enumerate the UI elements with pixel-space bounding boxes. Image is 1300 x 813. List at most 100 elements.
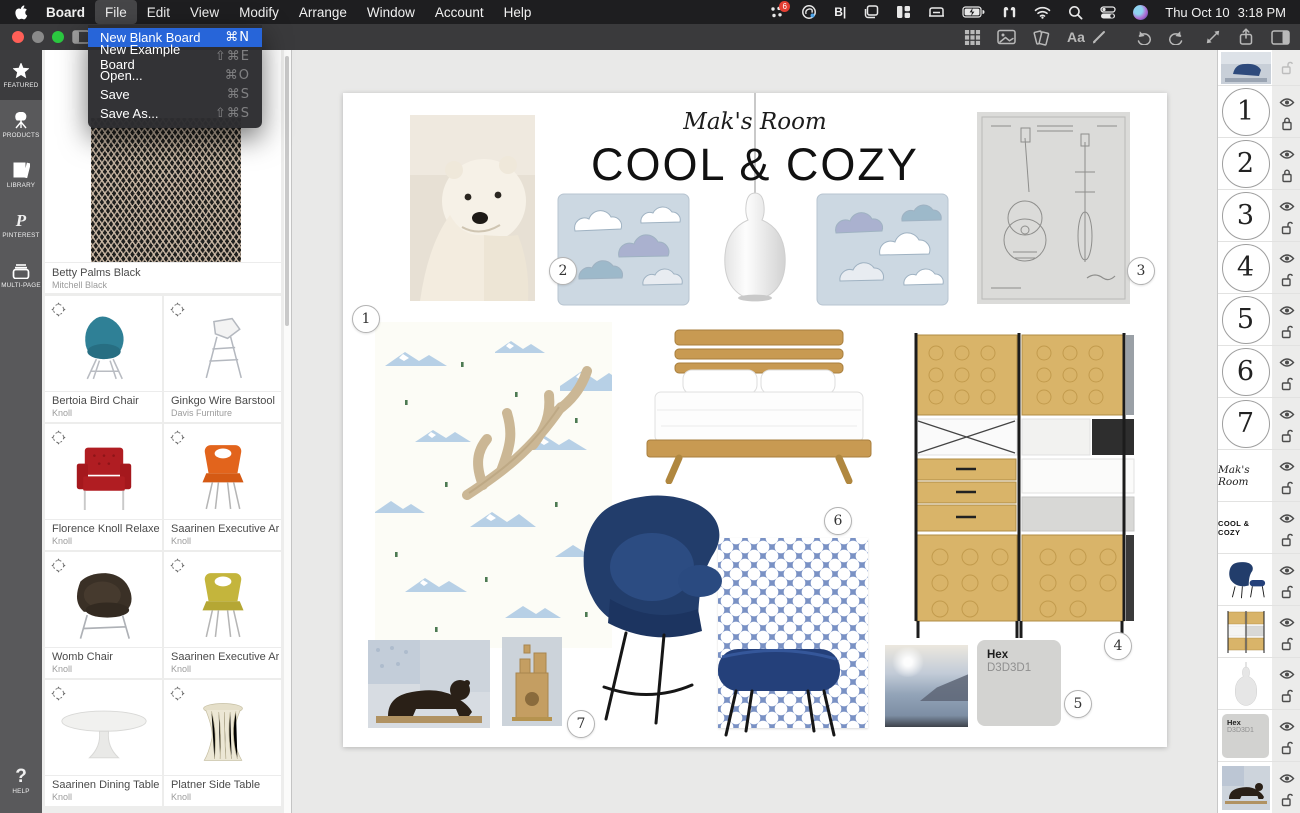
unlock-icon[interactable] xyxy=(1281,532,1293,547)
undo-icon[interactable] xyxy=(1134,28,1153,46)
swatches-tool-icon[interactable] xyxy=(1031,28,1050,46)
layer-row-4[interactable]: 4 xyxy=(1218,242,1300,294)
layer-row-3[interactable]: 3 xyxy=(1218,190,1300,242)
status-app-icon[interactable]: 6 xyxy=(769,5,784,20)
polar-bear-photo[interactable] xyxy=(410,115,535,306)
menubar-app-name[interactable]: Board xyxy=(36,0,95,24)
visibility-eye-icon[interactable] xyxy=(1279,407,1295,418)
menu-item-save[interactable]: Save⌘S xyxy=(88,85,262,104)
layer-row-partial[interactable] xyxy=(1218,50,1300,86)
apple-menu-icon[interactable] xyxy=(14,4,28,20)
layer-row-7[interactable]: 7 xyxy=(1218,398,1300,450)
layer-row-lamp-thumb[interactable] xyxy=(1218,658,1300,710)
unlock-icon[interactable] xyxy=(1281,480,1293,495)
layer-row-bear-thumb[interactable] xyxy=(1218,762,1300,813)
unlock-icon[interactable] xyxy=(1281,60,1293,75)
board-badge-6[interactable]: 6 xyxy=(824,507,852,535)
visibility-eye-icon[interactable] xyxy=(1279,355,1295,366)
unlock-icon[interactable] xyxy=(1281,584,1293,599)
status-bed-icon[interactable] xyxy=(928,6,945,19)
layer-row-title[interactable]: COOL & COZY xyxy=(1218,502,1300,554)
unlock-icon[interactable] xyxy=(1281,688,1293,703)
unlock-icon[interactable] xyxy=(1281,376,1293,391)
zoom-window-button[interactable] xyxy=(52,31,64,43)
status-copy-icon[interactable] xyxy=(863,5,879,19)
status-bear-icon[interactable]: B| xyxy=(834,5,846,19)
visibility-eye-icon[interactable] xyxy=(1279,771,1295,782)
visibility-eye-icon[interactable] xyxy=(1279,719,1295,730)
product-card-platner-side-table[interactable]: Platner Side Table Knoll xyxy=(164,680,281,806)
menu-arrange[interactable]: Arrange xyxy=(289,0,357,24)
rail-item-multi-page[interactable]: MULTI-PAGE xyxy=(0,250,42,300)
hex-color-swatch[interactable]: Hex D3D3D1 xyxy=(977,640,1061,726)
layer-row-2[interactable]: 2 xyxy=(1218,138,1300,190)
unlock-icon[interactable] xyxy=(1281,792,1293,807)
board-subtitle[interactable]: Mak's Room xyxy=(605,109,905,135)
status-siri-icon[interactable] xyxy=(1133,5,1148,20)
product-card-saarinen-exec-orange[interactable]: Saarinen Executive Armless... Knoll xyxy=(164,424,281,550)
visibility-eye-icon[interactable] xyxy=(1279,95,1295,106)
status-swirl-icon[interactable] xyxy=(801,4,817,20)
visibility-eye-icon[interactable] xyxy=(1279,615,1295,626)
close-window-button[interactable] xyxy=(12,31,24,43)
visibility-eye-icon[interactable] xyxy=(1279,147,1295,158)
menu-account[interactable]: Account xyxy=(425,0,494,24)
share-icon[interactable] xyxy=(1236,28,1255,46)
menu-item-save-as[interactable]: Save As...⇧⌘S xyxy=(88,104,262,123)
menu-view[interactable]: View xyxy=(180,0,229,24)
rail-item-products[interactable]: PRODUCTS xyxy=(0,100,42,150)
rail-item-featured[interactable]: FEATURED xyxy=(0,50,42,100)
fullscreen-icon[interactable] xyxy=(1203,28,1222,46)
unlock-icon[interactable] xyxy=(1281,636,1293,651)
visibility-eye-icon[interactable] xyxy=(1279,251,1295,262)
redo-icon[interactable] xyxy=(1166,28,1185,46)
layer-row-6[interactable]: 6 xyxy=(1218,346,1300,398)
rail-item-library[interactable]: LIBRARY xyxy=(0,150,42,200)
rail-item-pinterest[interactable]: P PINTEREST xyxy=(0,200,42,250)
guitar-patent-print[interactable] xyxy=(977,112,1130,309)
layer-row-chair-thumb[interactable] xyxy=(1218,554,1300,606)
board-badge-4[interactable]: 4 xyxy=(1104,632,1132,660)
layer-row-5[interactable]: 5 xyxy=(1218,294,1300,346)
visibility-eye-icon[interactable] xyxy=(1279,667,1295,678)
product-card-saarinen-exec-yellow[interactable]: Saarinen Executive Armless... Knoll xyxy=(164,552,281,678)
status-airpods-icon[interactable] xyxy=(1002,5,1017,19)
bear-figurine-photo[interactable] xyxy=(368,640,490,733)
pencil-tool-icon[interactable] xyxy=(1089,28,1108,46)
menubar-clock[interactable]: Thu Oct 10 3:18 PM xyxy=(1165,5,1286,20)
layer-row-hex-thumb[interactable]: Hex D3D3D1 xyxy=(1218,710,1300,762)
unlock-icon[interactable] xyxy=(1281,220,1293,235)
status-window-split-icon[interactable] xyxy=(896,5,911,19)
board-badge-7[interactable]: 7 xyxy=(567,710,595,738)
unlock-icon[interactable] xyxy=(1281,324,1293,339)
status-search-icon[interactable] xyxy=(1068,5,1083,20)
menu-file[interactable]: File xyxy=(95,0,137,24)
visibility-eye-icon[interactable] xyxy=(1279,199,1295,210)
board-badge-5[interactable]: 5 xyxy=(1064,690,1092,718)
layer-row-subtitle[interactable]: Mak's Room xyxy=(1218,450,1300,502)
panel-toggle-icon[interactable] xyxy=(1271,28,1290,46)
visibility-eye-icon[interactable] xyxy=(1279,303,1295,314)
unlock-icon[interactable] xyxy=(1281,428,1293,443)
visibility-eye-icon[interactable] xyxy=(1279,511,1295,522)
grid-tool-icon[interactable] xyxy=(963,28,982,46)
products-scrollbar-thumb[interactable] xyxy=(285,56,289,326)
menu-item-new-example-board[interactable]: New Example Board⇧⌘E xyxy=(88,47,262,66)
lock-icon[interactable] xyxy=(1281,168,1293,183)
rail-item-help[interactable]: ? HELP xyxy=(0,757,42,807)
product-card-womb-chair[interactable]: Womb Chair Knoll xyxy=(45,552,162,678)
storage-unit[interactable] xyxy=(900,325,1140,644)
unlock-icon[interactable] xyxy=(1281,272,1293,287)
visibility-eye-icon[interactable] xyxy=(1279,563,1295,574)
canvas-area[interactable]: Mak's Room COOL & COZY xyxy=(292,50,1217,813)
pendant-lamp[interactable] xyxy=(703,189,807,314)
product-card-bertoia-bird-chair[interactable]: Bertoia Bird Chair Knoll xyxy=(45,296,162,422)
menu-modify[interactable]: Modify xyxy=(229,0,289,24)
unlock-icon[interactable] xyxy=(1281,740,1293,755)
status-wifi-icon[interactable] xyxy=(1034,6,1051,19)
mood-board[interactable]: Mak's Room COOL & COZY xyxy=(343,93,1167,747)
menu-edit[interactable]: Edit xyxy=(137,0,180,24)
board-title[interactable]: COOL & COZY xyxy=(505,139,1005,191)
product-card-saarinen-dining-table[interactable]: Saarinen Dining Table - 78 Knoll xyxy=(45,680,162,806)
cloud-pillow-right[interactable] xyxy=(815,193,950,311)
